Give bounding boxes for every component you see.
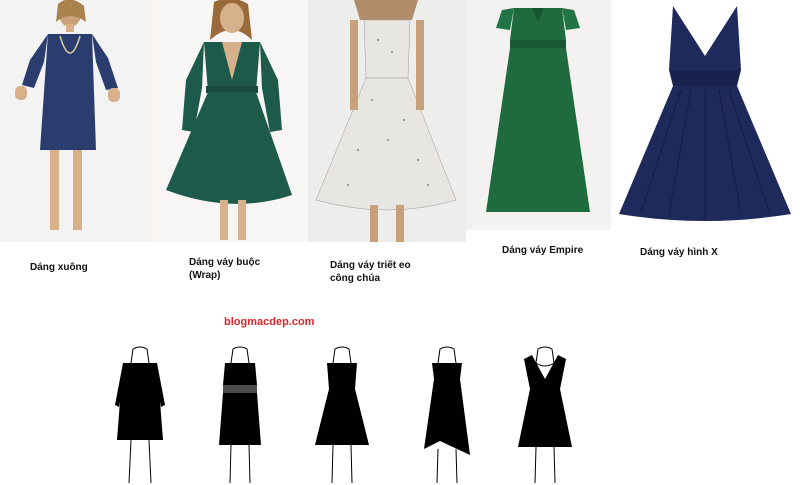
photo-x-dress bbox=[611, 0, 800, 230]
caption-princess-line2: công chúa bbox=[330, 273, 381, 284]
caption-wrap-line2: (Wrap) bbox=[189, 270, 221, 281]
silhouette-princess-figure bbox=[315, 346, 369, 484]
wrap-dress-illustration bbox=[152, 0, 308, 242]
empire-dress-illustration bbox=[466, 0, 611, 230]
caption-shift: Dáng xuông bbox=[30, 262, 88, 273]
caption-empire: Dáng váy Empire bbox=[502, 245, 584, 256]
silhouette-wrap bbox=[205, 345, 275, 485]
caption-princess-line1: Dáng váy triết eo bbox=[330, 260, 411, 271]
photo-empire-dress bbox=[466, 0, 611, 230]
photo-princess-dress bbox=[308, 0, 466, 242]
silhouette-x-figure bbox=[518, 346, 572, 484]
caption-x-shape: Dáng váy hình X bbox=[640, 247, 718, 258]
silhouette-empire-figure bbox=[424, 346, 470, 484]
silhouette-empire bbox=[412, 345, 482, 485]
silhouette-shift-figure bbox=[115, 346, 165, 484]
caption-princess: Dáng váy triết eo công chúa bbox=[330, 259, 411, 285]
princess-dress-illustration bbox=[308, 0, 466, 242]
photo-wrap-dress bbox=[152, 0, 308, 242]
photo-shift-dress bbox=[0, 0, 152, 242]
caption-wrap-line1: Dáng váy buộc bbox=[189, 257, 261, 268]
caption-wrap: Dáng váy buộc (Wrap) bbox=[189, 256, 260, 282]
x-dress-illustration bbox=[611, 0, 800, 230]
silhouette-princess bbox=[307, 345, 377, 485]
silhouette-shift bbox=[105, 345, 175, 485]
site-watermark: blogmacdep.com bbox=[224, 316, 315, 328]
silhouette-x bbox=[510, 345, 580, 485]
silhouette-wrap-figure bbox=[219, 346, 261, 484]
shift-dress-illustration bbox=[0, 0, 152, 242]
